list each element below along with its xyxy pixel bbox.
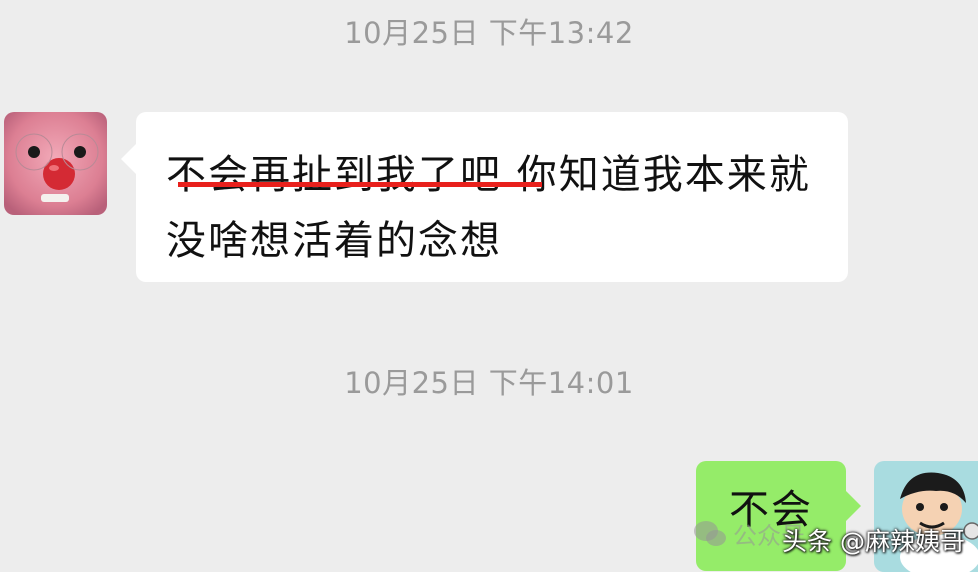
highlighted-text: 不会再扯到我了吧 [166,152,502,198]
incoming-message-text: 不会再扯到我了吧 你知道我本来就没啥想活着的念想 [166,142,826,274]
toutiao-watermark: 头条 @麻辣姨哥 [782,527,965,556]
wechat-icon [694,520,726,546]
timestamp-2: 10月25日 下午14:01 [344,366,634,400]
timestamp-1: 10月25日 下午13:42 [344,16,634,50]
pink-plush-avatar-icon [4,112,107,215]
red-underline [178,182,542,187]
contact-avatar[interactable] [4,112,107,215]
incoming-message-bubble[interactable]: 不会再扯到我了吧 你知道我本来就没啥想活着的念想 [121,112,848,282]
